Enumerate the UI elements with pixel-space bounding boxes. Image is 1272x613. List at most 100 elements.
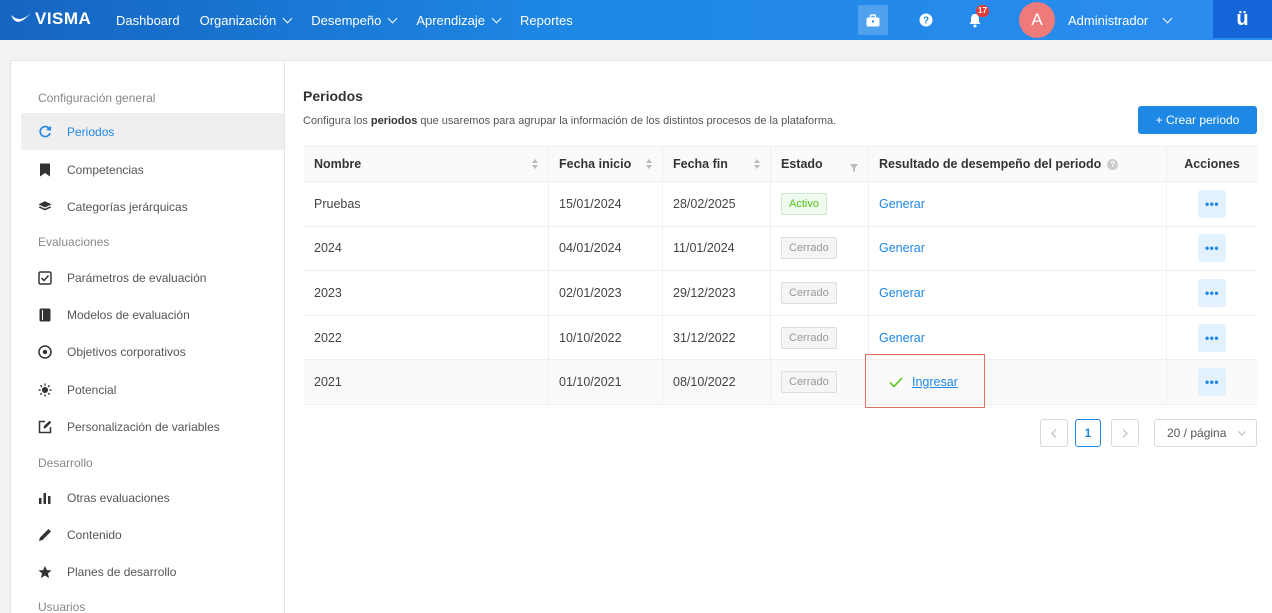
header-label: Resultado de desempeño del periodo — [879, 157, 1102, 171]
sidebar-item-label: Periodos — [67, 124, 115, 139]
sidebar-item-potencial[interactable]: Potencial — [21, 371, 286, 408]
header-label: Fecha inicio — [559, 157, 632, 171]
sort-icon[interactable] — [754, 159, 760, 169]
description-emphasis: periodos — [370, 115, 418, 127]
nav-aprendizaje[interactable]: Aprendizaje — [406, 13, 510, 28]
cell-acciones: ••• — [1167, 182, 1257, 226]
sidebar-item-otras-evaluaciones[interactable]: Otras evaluaciones — [21, 479, 286, 516]
app-switcher-logo[interactable]: ü — [1213, 0, 1272, 38]
generar-link[interactable]: Generar — [879, 197, 925, 211]
chevron-right-icon — [1122, 428, 1128, 438]
sidebar-item-planes[interactable]: Planes de desarrollo — [21, 553, 286, 590]
generar-link[interactable]: Generar — [879, 331, 925, 345]
chevron-down-icon — [387, 13, 398, 23]
avatar[interactable]: A — [1019, 2, 1055, 38]
user-menu[interactable]: Administrador — [1068, 0, 1173, 40]
status-badge: Cerrado — [781, 281, 837, 304]
svg-text:?: ? — [923, 16, 929, 27]
sidebar-item-categorias[interactable]: Categorías jerárquicas — [21, 188, 286, 225]
cell-fecha-fin: 11/01/2024 — [663, 226, 771, 271]
sidebar-item-parametros[interactable]: Parámetros de evaluación — [21, 259, 286, 296]
sidebar-item-modelos[interactable]: Modelos de evaluación — [21, 296, 286, 333]
sidebar-item-label: Potencial — [67, 382, 117, 397]
sidebar-item-personalizacion[interactable]: Personalización de variables — [21, 408, 286, 445]
sidebar-item-label: Personalización de variables — [67, 419, 220, 434]
sidebar-item-label: Planes de desarrollo — [67, 564, 177, 579]
checkbox-icon — [38, 270, 52, 285]
sidebar-section-title: Usuarios — [38, 600, 86, 613]
cell-fecha-fin: 08/10/2022 — [663, 360, 771, 404]
more-actions-button[interactable]: ••• — [1198, 278, 1226, 307]
main-nav: Dashboard Organización Desempeño Aprendi… — [106, 0, 583, 40]
column-header-estado[interactable]: Estado — [771, 147, 869, 181]
column-header-fecha-inicio[interactable]: Fecha inicio — [549, 147, 663, 181]
sidebar-item-contenido[interactable]: Contenido — [21, 516, 286, 553]
nav-label: Aprendizaje — [416, 12, 485, 28]
help-icon[interactable]: ? — [1107, 158, 1119, 170]
cell-acciones: ••• — [1167, 271, 1257, 315]
table-row: 2024 04/01/2024 11/01/2024 Cerrado Gener… — [304, 226, 1257, 272]
sidebar-item-periodos[interactable]: Periodos — [21, 113, 286, 150]
cell-fecha-inicio: 02/01/2023 — [549, 271, 663, 315]
cell-nombre: 2023 — [304, 271, 549, 315]
create-period-button[interactable]: + Crear periodo — [1138, 106, 1257, 134]
settings-sidebar: Configuración general Periodos Competenc… — [10, 60, 286, 613]
column-header-fecha-fin[interactable]: Fecha fin — [663, 147, 771, 181]
more-actions-button[interactable]: ••• — [1198, 323, 1226, 352]
description-text: Configura los — [303, 115, 371, 127]
sidebar-item-label: Parámetros de evaluación — [67, 270, 207, 285]
pen-icon — [38, 528, 52, 542]
target-icon — [38, 344, 52, 359]
top-navigation-bar: VISMA Dashboard Organización Desempeño A… — [0, 0, 1272, 40]
cell-resultado: Generar — [869, 182, 1167, 226]
column-header-resultado: Resultado de desempeño del periodo? — [869, 147, 1167, 181]
cell-fecha-inicio: 04/01/2024 — [549, 226, 663, 271]
next-page-button[interactable] — [1111, 419, 1139, 447]
sidebar-item-objetivos[interactable]: Objetivos corporativos — [21, 333, 286, 370]
sun-icon — [38, 382, 52, 397]
cell-fecha-fin: 31/12/2022 — [663, 315, 771, 360]
sidebar-item-label: Objetivos corporativos — [67, 344, 186, 359]
cell-nombre: 2024 — [304, 226, 549, 271]
nav-dashboard[interactable]: Dashboard — [106, 13, 190, 28]
header-label: Fecha fin — [673, 157, 728, 171]
notifications-button[interactable]: 17 — [960, 5, 990, 35]
filter-icon[interactable] — [850, 161, 858, 175]
sidebar-item-label: Categorías jerárquicas — [67, 199, 188, 214]
column-header-acciones: Acciones — [1167, 147, 1257, 181]
page-button-current[interactable]: 1 — [1075, 419, 1101, 447]
cell-fecha-inicio: 01/10/2021 — [549, 360, 663, 404]
prev-page-button[interactable] — [1040, 419, 1068, 447]
sort-icon[interactable] — [646, 159, 652, 169]
briefcase-button[interactable] — [858, 5, 888, 35]
header-label: Acciones — [1184, 157, 1240, 171]
column-header-nombre[interactable]: Nombre — [304, 147, 549, 181]
cell-nombre: 2021 — [304, 360, 549, 404]
cell-estado: Activo — [771, 182, 869, 226]
sidebar-section-title: Desarrollo — [38, 456, 93, 470]
nav-reportes[interactable]: Reportes — [510, 13, 583, 28]
sidebar-item-competencias[interactable]: Competencias — [21, 151, 286, 188]
nav-label: Dashboard — [116, 12, 180, 28]
nav-desempeno[interactable]: Desempeño — [301, 13, 406, 28]
more-actions-button[interactable]: ••• — [1198, 189, 1226, 218]
sort-icon[interactable] — [532, 159, 538, 169]
help-button[interactable]: ? — [911, 5, 941, 35]
generar-link[interactable]: Generar — [879, 286, 925, 300]
chevron-left-icon — [1051, 428, 1057, 438]
more-actions-button[interactable]: ••• — [1198, 368, 1226, 397]
edit-icon — [38, 420, 52, 434]
notebook-icon — [38, 308, 52, 322]
visma-logo[interactable]: VISMA — [10, 9, 91, 29]
nav-organizacion[interactable]: Organización — [190, 13, 302, 28]
status-badge: Cerrado — [781, 326, 837, 349]
page-size-value: 20 / página — [1167, 426, 1227, 440]
page-description: Configura los periodos que usaremos para… — [303, 115, 836, 127]
user-name-label: Administrador — [1068, 12, 1149, 28]
more-actions-button[interactable]: ••• — [1198, 234, 1226, 263]
cell-nombre: Pruebas — [304, 182, 549, 226]
page-size-select[interactable]: 20 / página — [1154, 419, 1257, 447]
generar-link[interactable]: Generar — [879, 241, 925, 255]
cell-acciones: ••• — [1167, 360, 1257, 404]
sidebar-item-label: Contenido — [67, 527, 122, 542]
